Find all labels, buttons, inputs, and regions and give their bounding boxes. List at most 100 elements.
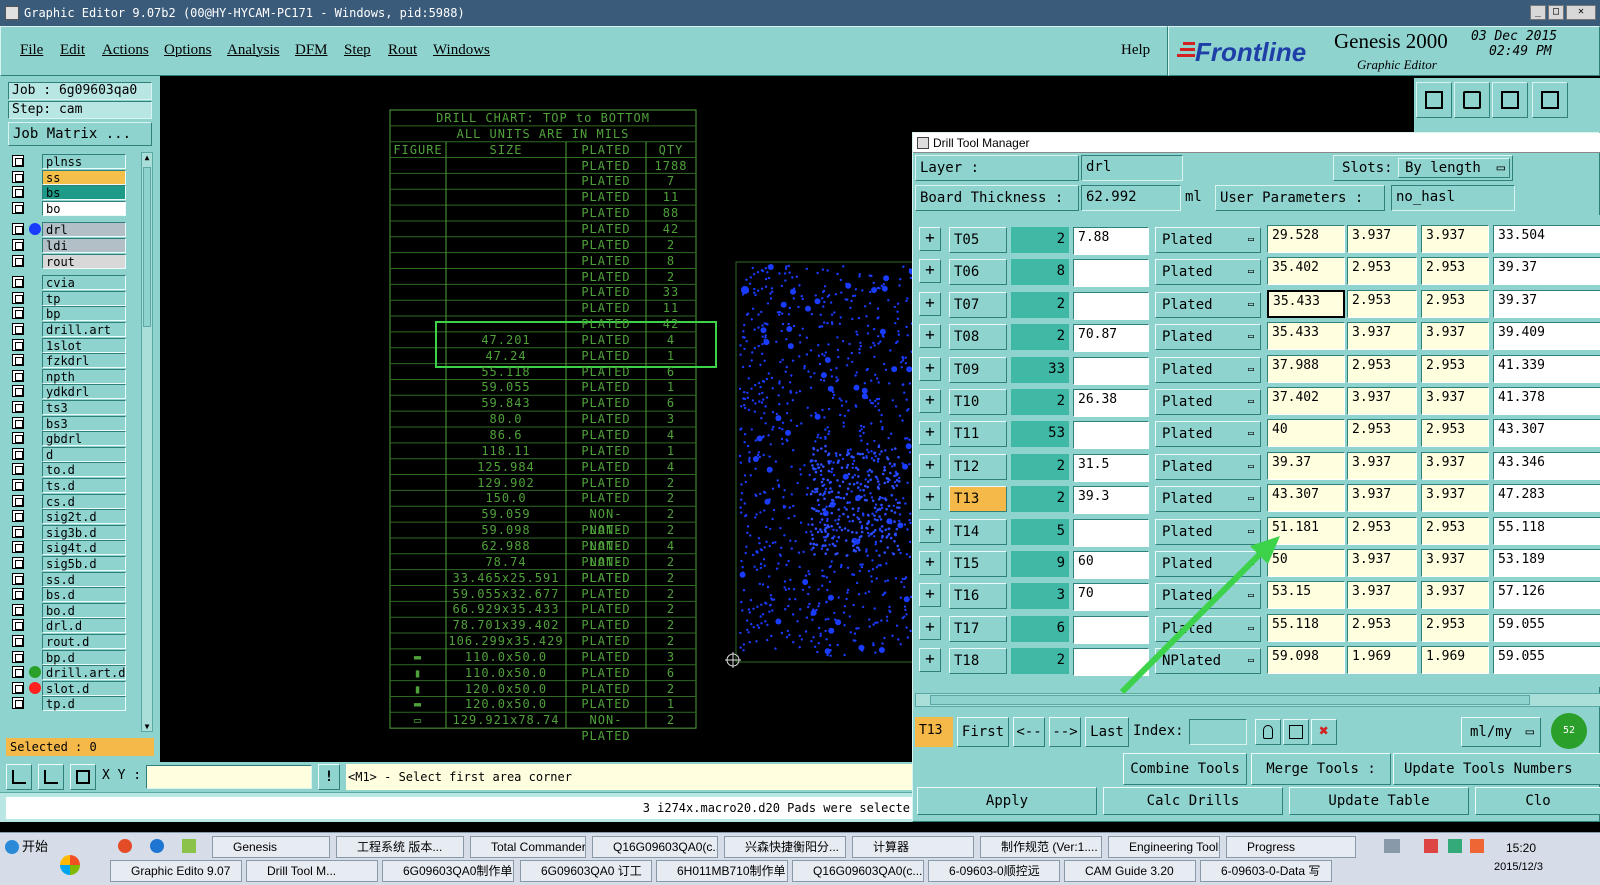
plating-select[interactable]: Plated ▭ (1155, 259, 1261, 286)
tool-size-cell[interactable]: 59.055 (1493, 646, 1600, 675)
max-tol-cell[interactable]: 2.953 (1421, 289, 1489, 318)
task-button[interactable]: Progress (1226, 836, 1356, 858)
layer-checkbox[interactable] (12, 239, 24, 251)
layer-item[interactable]: ✎bo (12, 200, 126, 216)
layer-checkbox[interactable] (12, 401, 24, 413)
min-tol-cell[interactable]: 3.937 (1347, 322, 1417, 351)
menu-rout[interactable]: Rout (388, 42, 417, 59)
apply-button[interactable]: Apply (917, 787, 1097, 815)
max-tol-cell[interactable]: 3.937 (1421, 484, 1489, 513)
layer-checkbox[interactable] (12, 254, 24, 267)
tool-name[interactable]: T05 (949, 227, 1007, 253)
task-button[interactable]: Graphic Edito 9.07 (110, 860, 242, 882)
layer-item[interactable]: bs3 (12, 415, 126, 431)
layer-item[interactable]: ✎sig3b.d (12, 524, 126, 540)
graphic-canvas[interactable]: DRILL CHART: TOP to BOTTOM ALL UNITS ARE … (160, 76, 912, 762)
plating-select[interactable]: Plated ▭ (1155, 421, 1261, 448)
drill-size-cell[interactable]: 40 (1267, 419, 1345, 448)
layer-checkbox[interactable] (12, 588, 24, 601)
layer-checkbox[interactable] (12, 354, 24, 367)
finish-size-input[interactable]: 70.87 (1073, 324, 1149, 353)
tool-name[interactable]: T07 (949, 291, 1007, 318)
expand-plus-icon[interactable]: + (919, 648, 941, 673)
layer-item[interactable]: 1slot (12, 337, 126, 353)
tool-name[interactable]: T09 (949, 356, 1007, 383)
task-button[interactable]: Engineering Toolki... (1108, 836, 1220, 858)
tool-name[interactable]: T08 (949, 324, 1007, 351)
save-view-icon[interactable] (1454, 82, 1490, 118)
measure-icon[interactable] (38, 764, 64, 790)
layer-checkbox[interactable] (12, 541, 24, 554)
max-tol-cell[interactable]: 2.953 (1421, 257, 1489, 286)
max-tol-cell[interactable]: 3.937 (1421, 225, 1489, 253)
layer-item[interactable]: cs.d (12, 493, 126, 509)
tool-row[interactable]: + T13 2 39.3 Plated ▭ 43.307 3.937 3.937 … (915, 484, 1600, 515)
layer-item[interactable]: npth (12, 368, 126, 384)
task-button[interactable]: 6H011MB710制作单 (656, 860, 788, 882)
expand-plus-icon[interactable]: + (919, 551, 941, 575)
task-button[interactable]: 制作规范 (Ver:1.... (980, 836, 1102, 858)
close-button[interactable]: Clo (1475, 787, 1600, 815)
layer-item[interactable]: ✎sig4t.d (12, 540, 126, 556)
layer-scrollbar[interactable]: ▲ ▼ (141, 152, 153, 732)
xy-input[interactable] (146, 765, 312, 789)
menu-help[interactable]: Help (1121, 42, 1150, 59)
tool-name[interactable]: T15 (949, 551, 1007, 577)
layer-checkbox[interactable] (12, 186, 24, 199)
max-tol-cell[interactable]: 3.937 (1421, 549, 1489, 577)
tool-size-cell[interactable]: 41.339 (1493, 354, 1600, 383)
expand-plus-icon[interactable]: + (919, 421, 941, 446)
start-button[interactable]: 开始 (2, 836, 62, 858)
layer-checkbox[interactable] (12, 510, 24, 523)
tool-row[interactable]: + T11 53 Plated ▭ 40 2.953 2.953 43.307 (915, 419, 1600, 450)
task-button[interactable]: Total Commander ... (470, 836, 586, 858)
expand-plus-icon[interactable]: + (919, 291, 941, 316)
max-tol-cell[interactable]: 2.953 (1421, 516, 1489, 545)
plating-select[interactable]: Plated ▭ (1155, 227, 1261, 253)
alert-icon[interactable]: ! (318, 764, 340, 790)
finish-size-input[interactable]: 26.38 (1073, 389, 1149, 417)
layer-item[interactable]: bp (12, 306, 126, 322)
update-tools-numbers-button[interactable]: Update Tools Numbers (1393, 753, 1600, 785)
expand-plus-icon[interactable]: + (919, 453, 941, 478)
layer-checkbox[interactable] (12, 416, 24, 429)
drill-size-cell[interactable]: 35.433 (1267, 322, 1345, 351)
layer-checkbox[interactable] (12, 603, 24, 616)
menu-options[interactable]: Options (164, 42, 212, 59)
layer-item[interactable]: plnss (12, 154, 126, 169)
tool-name[interactable]: T10 (949, 389, 1007, 415)
min-tol-cell[interactable]: 2.953 (1347, 613, 1417, 642)
layer-checkbox[interactable] (12, 479, 24, 491)
layer-checkbox[interactable] (12, 557, 24, 569)
task-button[interactable]: CAM Guide 3.20 (1064, 860, 1196, 882)
layer-checkbox[interactable] (12, 291, 24, 304)
layer-item[interactable]: drl.d (12, 618, 126, 634)
expand-plus-icon[interactable]: + (919, 615, 941, 640)
layer-item[interactable]: drl (12, 222, 126, 238)
expand-plus-icon[interactable]: + (919, 518, 941, 543)
tool-size-cell[interactable]: 33.504 (1493, 225, 1600, 253)
menu-file[interactable]: File (20, 42, 43, 59)
layer-checkbox[interactable] (12, 619, 24, 632)
layer-checkbox[interactable] (12, 635, 24, 647)
layer-item[interactable]: cvia (12, 275, 126, 291)
min-tol-cell[interactable]: 3.937 (1347, 581, 1417, 610)
finish-size-input[interactable] (1073, 421, 1149, 450)
layer-item[interactable]: rout (12, 253, 126, 269)
max-tol-cell[interactable]: 2.953 (1421, 354, 1489, 383)
finish-size-input[interactable] (1073, 259, 1149, 288)
expand-plus-icon[interactable]: + (919, 486, 941, 511)
tool-row[interactable]: + T10 2 26.38 Plated ▭ 37.402 3.937 3.937… (915, 387, 1600, 417)
expand-plus-icon[interactable]: + (919, 259, 941, 284)
drill-size-cell[interactable]: 39.37 (1267, 451, 1345, 480)
network-icon[interactable] (1448, 839, 1462, 853)
tool-size-cell[interactable]: 59.055 (1493, 613, 1600, 642)
home-view-icon[interactable] (1416, 82, 1452, 118)
layer-item[interactable]: drill.art (12, 322, 126, 337)
layer-item[interactable]: ts.d (12, 478, 126, 493)
min-tol-cell[interactable]: 2.953 (1347, 289, 1417, 318)
layer-checkbox[interactable] (12, 432, 24, 445)
snap-icon[interactable] (6, 764, 32, 790)
layer-item[interactable]: tp (12, 290, 126, 306)
max-tol-cell[interactable]: 3.937 (1421, 322, 1489, 351)
